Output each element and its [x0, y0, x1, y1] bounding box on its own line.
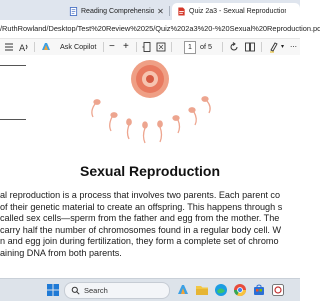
fit-page-icon[interactable] — [155, 41, 167, 53]
page-view-icon[interactable] — [141, 41, 153, 53]
windows-start-icon[interactable] — [46, 283, 60, 297]
store-icon[interactable] — [252, 283, 266, 297]
browser-tab-bar: Reading Comprehension Worksh ✕ Quiz 2a3 … — [0, 0, 300, 20]
paragraph-line: of their genetic material to create an o… — [0, 201, 283, 212]
zoom-out-icon[interactable]: − — [109, 39, 115, 55]
chrome-browser-icon[interactable] — [233, 283, 247, 297]
tab-close-icon[interactable]: ✕ — [156, 3, 165, 20]
svg-text:A: A — [19, 44, 26, 53]
search-icon — [71, 286, 80, 295]
tab-label: Quiz 2a3 - Sexual Reproduction — [189, 8, 286, 15]
page-total: of 5 — [200, 42, 212, 51]
rotate-icon[interactable] — [228, 41, 240, 53]
file-explorer-icon[interactable] — [195, 283, 209, 297]
paragraph-line: aining DNA from both parents. — [0, 247, 122, 258]
toolbar-divider — [136, 42, 137, 52]
taskbar: Search — [0, 278, 300, 301]
pdf-icon — [178, 7, 185, 16]
page-number-input[interactable]: 1 — [184, 41, 196, 54]
more-options-icon[interactable]: ⋯ — [290, 39, 297, 55]
read-aloud-icon[interactable]: A — [18, 41, 30, 53]
pdf-page: Sexual Reproduction al reproduction is a… — [0, 55, 300, 278]
edge-browser-icon[interactable] — [214, 283, 228, 297]
toolbar-divider — [222, 42, 223, 52]
tab-label: Reading Comprehension Worksh — [81, 8, 154, 15]
document-rule — [0, 65, 26, 66]
url-text[interactable]: /RuthRowland/Desktop/Test%20Review%2025/… — [0, 20, 320, 38]
toolbar-divider — [34, 42, 35, 52]
egg-cell-icon — [131, 60, 169, 98]
address-bar[interactable]: /RuthRowland/Desktop/Test%20Review%2025/… — [0, 20, 320, 38]
document-title: Sexual Reproduction — [79, 163, 221, 179]
toolbar-divider — [261, 42, 262, 52]
highlight-dropdown-chevron-down-icon[interactable]: ▾ — [281, 39, 284, 55]
sperm-egg-illustration — [91, 60, 211, 144]
toolbar-divider — [103, 42, 104, 52]
paragraph-line: carry half the number of chromosomes fou… — [0, 224, 282, 235]
sperm-cells-icon — [91, 96, 211, 144]
copilot-taskbar-icon[interactable] — [176, 283, 190, 297]
ask-copilot-button[interactable]: Ask Copilot — [60, 39, 96, 55]
copilot-icon — [42, 43, 50, 50]
document-paragraph: al reproduction is a process that involv… — [0, 190, 300, 259]
toolbar-divider — [171, 42, 172, 52]
document-icon — [69, 7, 78, 16]
tab-quiz-sexual-reproduction[interactable]: Quiz 2a3 - Sexual Reproduction — [172, 3, 300, 20]
paragraph-line: al reproduction is a process that involv… — [0, 190, 281, 200]
paragraph-line: called sex cells—sperm from the father a… — [0, 213, 280, 223]
tab-divider — [169, 6, 170, 16]
contents-icon[interactable] — [3, 41, 15, 53]
app-icon[interactable] — [271, 283, 285, 297]
search-label: Search — [84, 286, 108, 295]
highlight-icon[interactable] — [268, 41, 280, 53]
pdf-toolbar: A Ask Copilot − + 1 of 5 ▾ ⋯ — [0, 38, 300, 56]
paragraph-line: n and egg join during fertilization, the… — [0, 236, 279, 246]
tab-reading-comprehension[interactable]: Reading Comprehension Worksh ✕ — [64, 3, 168, 20]
zoom-in-icon[interactable]: + — [123, 39, 129, 55]
taskbar-search-box[interactable]: Search — [64, 282, 170, 299]
document-rule — [0, 119, 26, 120]
two-page-view-icon[interactable] — [244, 41, 256, 53]
